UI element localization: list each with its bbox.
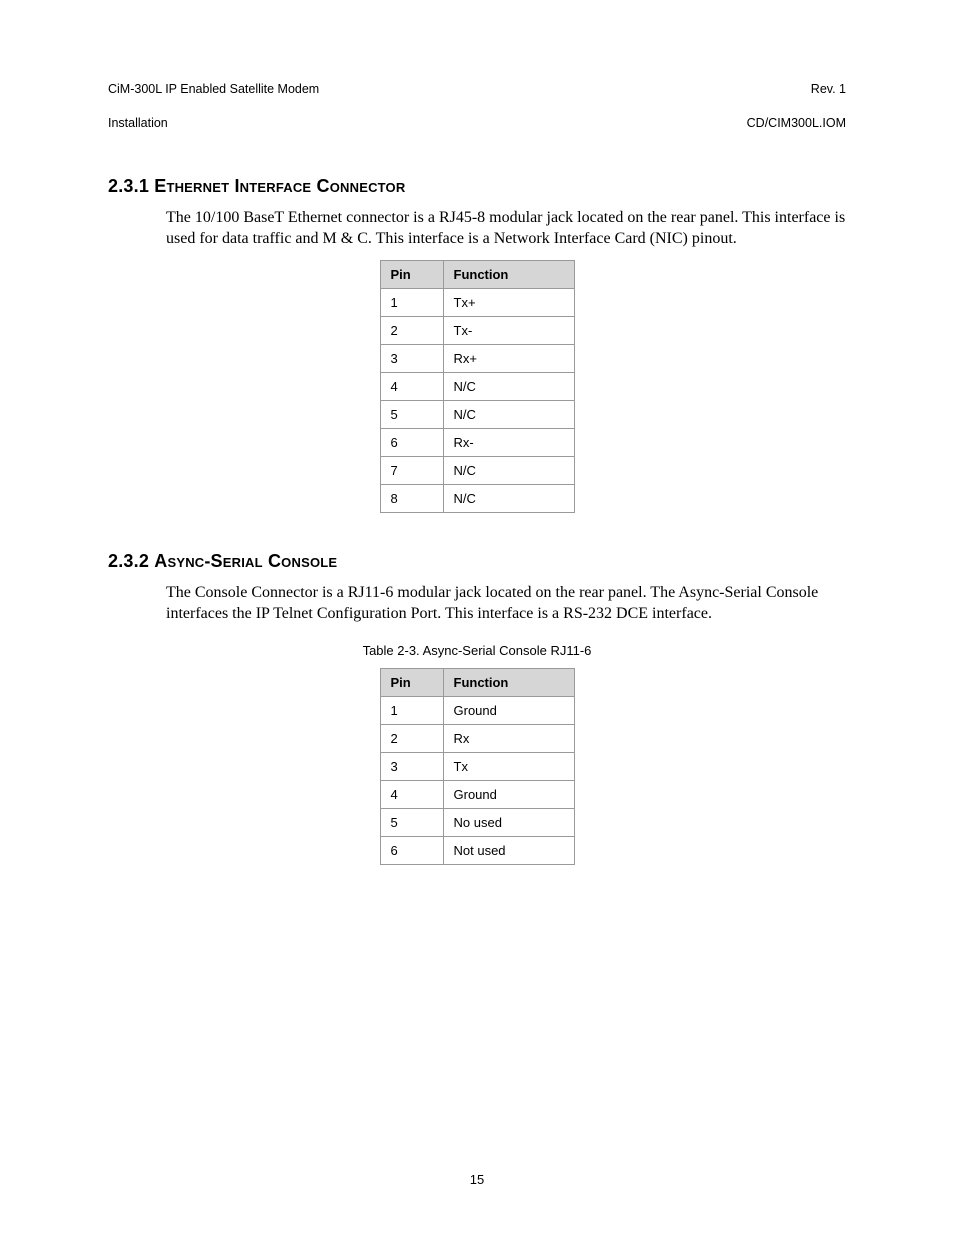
table-row: 4Ground [380, 780, 574, 808]
table-row: 3Tx [380, 752, 574, 780]
cell-func: N/C [443, 372, 574, 400]
section-paragraph: The 10/100 BaseT Ethernet connector is a… [166, 207, 846, 250]
table-header-function: Function [443, 260, 574, 288]
header-left-line2: Installation [108, 116, 168, 130]
table-row: 2Tx- [380, 316, 574, 344]
cell-func: N/C [443, 400, 574, 428]
section-title: Async-Serial Console [154, 551, 337, 571]
page-header: CiM-300L IP Enabled Satellite Modem Inst… [108, 64, 846, 132]
cell-func: No used [443, 808, 574, 836]
section-heading-232: 2.3.2 Async-Serial Console [108, 551, 846, 572]
cell-func: Not used [443, 836, 574, 864]
cell-pin: 6 [380, 428, 443, 456]
header-left-line1: CiM-300L IP Enabled Satellite Modem [108, 82, 319, 96]
table-header-pin: Pin [380, 260, 443, 288]
cell-pin: 5 [380, 400, 443, 428]
header-right-line2: CD/CIM300L.IOM [747, 116, 846, 130]
cell-pin: 6 [380, 836, 443, 864]
table-row: 2Rx [380, 724, 574, 752]
table-row: 8N/C [380, 484, 574, 512]
header-right-line1: Rev. 1 [811, 82, 846, 96]
table-header-row: Pin Function [380, 668, 574, 696]
cell-pin: 1 [380, 696, 443, 724]
section-number: 2.3.1 [108, 176, 149, 196]
table-row: 7N/C [380, 456, 574, 484]
cell-pin: 4 [380, 372, 443, 400]
table-row: 5No used [380, 808, 574, 836]
table-header-function: Function [443, 668, 574, 696]
cell-func: Rx [443, 724, 574, 752]
cell-func: Tx+ [443, 288, 574, 316]
cell-func: Ground [443, 696, 574, 724]
cell-func: Rx- [443, 428, 574, 456]
cell-pin: 2 [380, 316, 443, 344]
cell-func: Ground [443, 780, 574, 808]
async-serial-pinout-table: Pin Function 1Ground 2Rx 3Tx 4Ground 5No… [380, 668, 575, 865]
cell-func: N/C [443, 456, 574, 484]
table-caption: Table 2-3. Async-Serial Console RJ11-6 [108, 643, 846, 658]
section-heading-231: 2.3.1 Ethernet Interface Connector [108, 176, 846, 197]
cell-pin: 5 [380, 808, 443, 836]
cell-pin: 8 [380, 484, 443, 512]
section-231: 2.3.1 Ethernet Interface Connector The 1… [108, 176, 846, 513]
table-row: 6Not used [380, 836, 574, 864]
section-body-232: The Console Connector is a RJ11-6 modula… [166, 582, 846, 625]
cell-func: Rx+ [443, 344, 574, 372]
cell-pin: 3 [380, 752, 443, 780]
table-row: 4N/C [380, 372, 574, 400]
page-number: 15 [0, 1172, 954, 1187]
cell-func: N/C [443, 484, 574, 512]
cell-pin: 4 [380, 780, 443, 808]
table-row: 1Tx+ [380, 288, 574, 316]
table-row: 3Rx+ [380, 344, 574, 372]
cell-func: Tx- [443, 316, 574, 344]
page: CiM-300L IP Enabled Satellite Modem Inst… [0, 0, 954, 1235]
table-row: 5N/C [380, 400, 574, 428]
section-232: 2.3.2 Async-Serial Console The Console C… [108, 551, 846, 865]
section-title: Ethernet Interface Connector [154, 176, 405, 196]
cell-func: Tx [443, 752, 574, 780]
header-right: Rev. 1 CD/CIM300L.IOM [747, 64, 846, 132]
header-left: CiM-300L IP Enabled Satellite Modem Inst… [108, 64, 319, 132]
cell-pin: 7 [380, 456, 443, 484]
table-header-pin: Pin [380, 668, 443, 696]
cell-pin: 3 [380, 344, 443, 372]
section-paragraph: The Console Connector is a RJ11-6 modula… [166, 582, 846, 625]
ethernet-pinout-table: Pin Function 1Tx+ 2Tx- 3Rx+ 4N/C 5N/C 6R… [380, 260, 575, 513]
section-number: 2.3.2 [108, 551, 149, 571]
cell-pin: 1 [380, 288, 443, 316]
cell-pin: 2 [380, 724, 443, 752]
table-row: 6Rx- [380, 428, 574, 456]
table-row: 1Ground [380, 696, 574, 724]
section-body-231: The 10/100 BaseT Ethernet connector is a… [166, 207, 846, 250]
table-header-row: Pin Function [380, 260, 574, 288]
